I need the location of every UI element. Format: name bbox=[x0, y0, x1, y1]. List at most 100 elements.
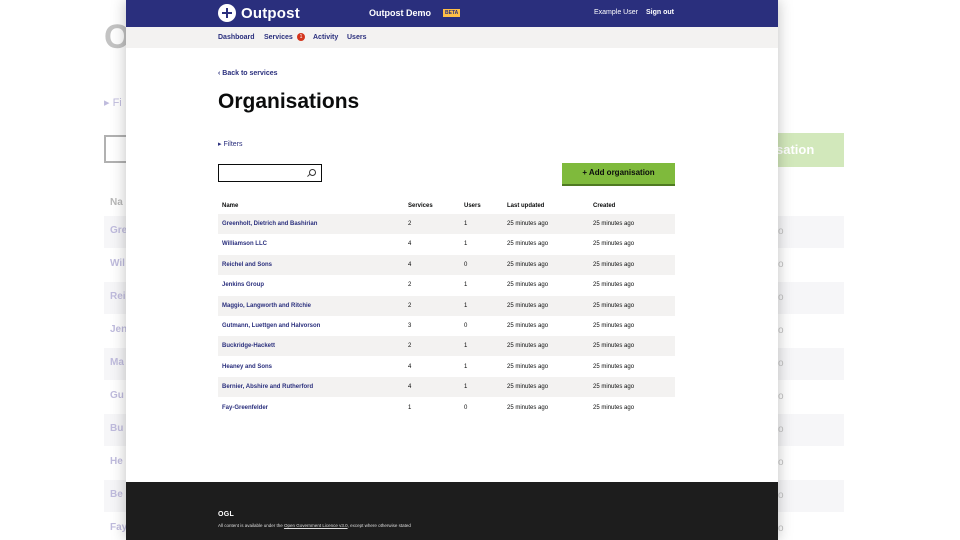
last-updated: 25 minutes ago bbox=[507, 282, 549, 289]
background-row-name: Wil bbox=[110, 258, 125, 269]
organisation-name-link[interactable]: Greenholt, Dietrich and Bashirian bbox=[222, 221, 317, 227]
organisation-name-link[interactable]: Buckridge-Hackett bbox=[222, 343, 275, 349]
licence-prefix: All content is available under the bbox=[218, 523, 285, 528]
created-date: 25 minutes ago bbox=[593, 363, 635, 370]
table-row: Buckridge-Hackett 2 1 25 minutes ago 25 minu… bbox=[218, 336, 675, 357]
created-date: 25 minutes ago bbox=[593, 404, 635, 411]
users-count: 1 bbox=[464, 384, 468, 391]
background-row-name: Bu bbox=[110, 423, 124, 434]
table-row: Bernier, Abshire and Rutherford 4 1 25 minu… bbox=[218, 377, 675, 398]
table-row: Jenkins Group 2 1 25 minutes ago 25 minutes … bbox=[218, 275, 675, 295]
site-footer: OGL All content is available under the O… bbox=[126, 482, 778, 540]
last-updated: 25 minutes ago bbox=[507, 241, 549, 248]
background-row-name: Fay bbox=[110, 522, 128, 533]
users-count: 1 bbox=[464, 221, 468, 227]
users-count: 1 bbox=[464, 282, 468, 289]
users-count: 1 bbox=[464, 343, 468, 350]
background-row-date: o bbox=[778, 259, 784, 270]
nav-users[interactable]: Users bbox=[347, 34, 366, 41]
background-row-date: o bbox=[778, 226, 784, 237]
search-input[interactable] bbox=[218, 164, 322, 182]
search-icon[interactable] bbox=[309, 169, 316, 176]
background-row-name: He bbox=[110, 456, 123, 467]
users-count: 0 bbox=[464, 404, 468, 411]
last-updated: 25 minutes ago bbox=[507, 384, 549, 391]
licence-suffix: , except where otherwise stated bbox=[347, 523, 411, 528]
organisation-name-link[interactable]: Bernier, Abshire and Rutherford bbox=[222, 384, 313, 390]
column-header-name[interactable]: Name bbox=[222, 203, 238, 209]
table-row: Reichel and Sons 4 0 25 minutes ago 25 minut… bbox=[218, 254, 675, 275]
background-row-date: o bbox=[778, 490, 784, 501]
background-row-name: Gu bbox=[110, 390, 124, 401]
users-count: 0 bbox=[464, 261, 468, 268]
column-header-services[interactable]: Services bbox=[408, 203, 433, 209]
services-count: 2 bbox=[408, 343, 412, 350]
service-name-link[interactable]: Outpost Demo bbox=[369, 8, 431, 18]
outpost-logo-icon bbox=[218, 4, 236, 22]
organisation-name-link[interactable]: Maggio, Langworth and Ritchie bbox=[222, 303, 311, 309]
nav-services[interactable]: Services bbox=[264, 34, 293, 41]
created-date: 25 minutes ago bbox=[593, 221, 635, 227]
users-count: 1 bbox=[464, 363, 468, 370]
services-count: 4 bbox=[408, 261, 412, 268]
background-row-date: o bbox=[778, 358, 784, 369]
created-date: 25 minutes ago bbox=[593, 302, 635, 309]
organisation-name-link[interactable]: Reichel and Sons bbox=[222, 262, 272, 268]
licence-link[interactable]: Open Government Licence v3.0 bbox=[284, 523, 348, 528]
services-count: 4 bbox=[408, 241, 412, 248]
background-row-date: o bbox=[778, 523, 784, 534]
sign-out-link[interactable]: Sign out bbox=[646, 9, 674, 16]
services-count: 3 bbox=[408, 323, 412, 329]
filters-toggle[interactable]: ▸ Filters bbox=[218, 140, 243, 148]
organisation-name-link[interactable]: Heaney and Sons bbox=[222, 364, 272, 370]
table-row: Gutmann, Luettgen and Halvorson 3 0 25 minu… bbox=[218, 316, 675, 336]
organisation-name-link[interactable]: Williamson LLC bbox=[222, 241, 267, 247]
background-row-name: Ma bbox=[110, 357, 124, 368]
users-count: 0 bbox=[464, 323, 468, 329]
background-row-date: o bbox=[778, 391, 784, 402]
background-row-date: o bbox=[778, 424, 784, 435]
created-date: 25 minutes ago bbox=[593, 241, 635, 248]
organisation-name-link[interactable]: Jenkins Group bbox=[222, 282, 264, 288]
column-header-created[interactable]: Created bbox=[593, 203, 615, 209]
background-header-name: Na bbox=[110, 197, 123, 208]
table-row: Heaney and Sons 4 1 25 minutes ago 25 minute… bbox=[218, 357, 675, 377]
nav-activity[interactable]: Activity bbox=[313, 34, 338, 41]
ogl-logo: OGL bbox=[218, 511, 235, 518]
services-count: 1 bbox=[408, 404, 412, 411]
add-organisation-button[interactable]: + Add organisation bbox=[562, 163, 675, 184]
services-count: 2 bbox=[408, 302, 412, 309]
services-count: 2 bbox=[408, 282, 412, 289]
user-name: Example User bbox=[594, 9, 638, 16]
created-date: 25 minutes ago bbox=[593, 323, 635, 329]
page-title: Organisations bbox=[218, 90, 360, 113]
background-row-date: o bbox=[778, 457, 784, 468]
nav-dashboard[interactable]: Dashboard bbox=[218, 34, 255, 41]
background-row-name: Be bbox=[110, 489, 123, 500]
main-page: Outpost Outpost Demo BETA Example User S… bbox=[126, 0, 778, 540]
organisation-name-link[interactable]: Gutmann, Luettgen and Halvorson bbox=[222, 323, 320, 329]
column-header-users[interactable]: Users bbox=[464, 203, 481, 209]
last-updated: 25 minutes ago bbox=[507, 302, 549, 309]
back-to-services-link[interactable]: ‹ Back to services bbox=[218, 70, 278, 77]
services-count-badge: 1 bbox=[297, 33, 305, 41]
background-row-name: Gre bbox=[110, 225, 128, 236]
logo-link[interactable]: Outpost bbox=[218, 4, 300, 22]
users-count: 1 bbox=[464, 302, 468, 309]
created-date: 25 minutes ago bbox=[593, 343, 635, 350]
last-updated: 25 minutes ago bbox=[507, 323, 549, 329]
last-updated: 25 minutes ago bbox=[507, 343, 549, 350]
services-count: 2 bbox=[408, 221, 412, 227]
background-row-date: o bbox=[778, 325, 784, 336]
table-row: Williamson LLC 4 1 25 minutes ago 25 minutes… bbox=[218, 234, 675, 254]
column-header-last-updated[interactable]: Last updated bbox=[507, 203, 544, 209]
table-row: Fay-Greenfelder 1 0 25 minutes ago 25 minute… bbox=[218, 398, 675, 418]
licence-text: All content is available under the Open … bbox=[218, 523, 411, 528]
created-date: 25 minutes ago bbox=[593, 261, 635, 268]
users-count: 1 bbox=[464, 241, 468, 248]
site-header: Outpost Outpost Demo BETA Example User S… bbox=[126, 0, 778, 27]
organisation-name-link[interactable]: Fay-Greenfelder bbox=[222, 405, 268, 411]
background-row-date: o bbox=[778, 292, 784, 303]
last-updated: 25 minutes ago bbox=[507, 404, 549, 411]
services-count: 4 bbox=[408, 363, 412, 370]
